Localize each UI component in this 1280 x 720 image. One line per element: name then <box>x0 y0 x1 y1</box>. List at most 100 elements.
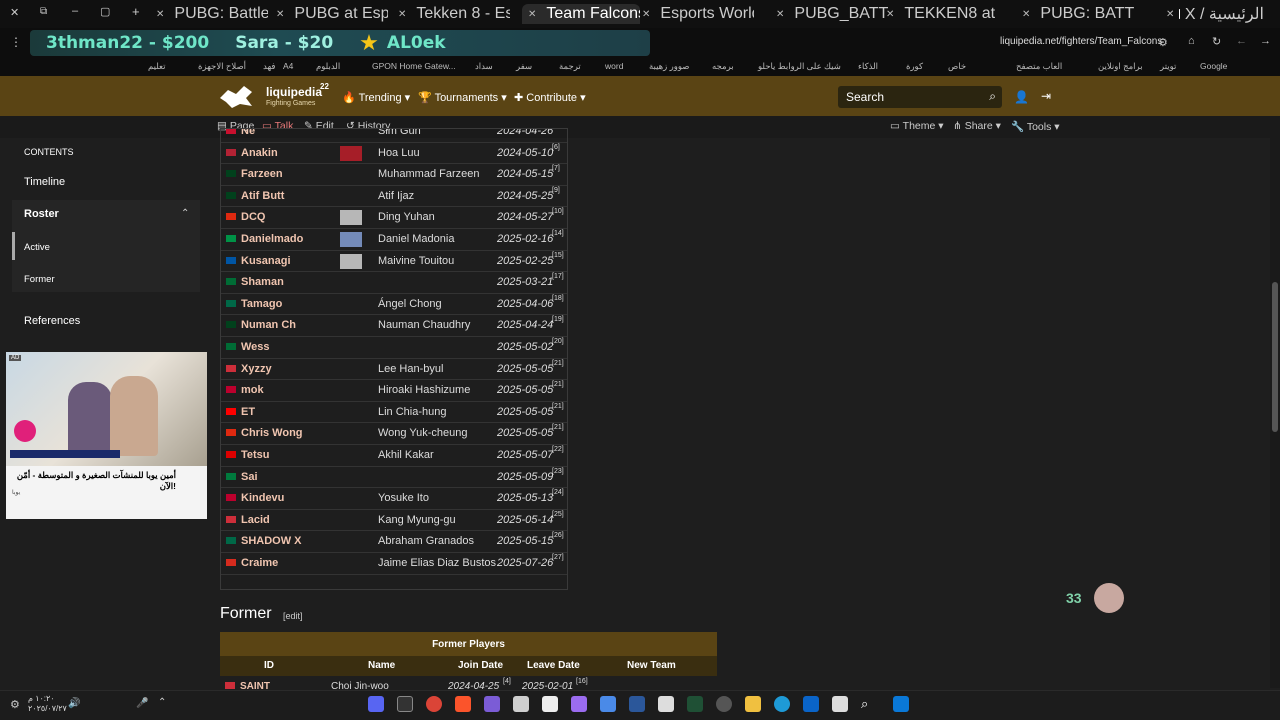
player-id[interactable]: Kusanagi <box>241 255 291 267</box>
browser-tab[interactable]: ✕ PUBG: BATTLEGROU <box>1016 4 1134 24</box>
close-window-icon[interactable]: ✕ <box>10 6 19 19</box>
app-icon[interactable] <box>513 696 529 712</box>
bookmark-item[interactable]: سفر <box>516 61 532 72</box>
windows-start-icon[interactable] <box>893 696 909 712</box>
column-header[interactable]: ID <box>264 660 274 671</box>
player-id[interactable]: Kindevu <box>241 492 284 504</box>
reference-link[interactable]: [4] <box>503 678 511 685</box>
close-tab-icon[interactable]: ✕ <box>642 9 650 20</box>
back-icon[interactable]: → <box>1260 35 1271 47</box>
browser-tab[interactable]: ✕ X / الرئيسية <box>1160 4 1270 24</box>
browser-tab[interactable]: ✕ Team Falcons - Liqui <box>522 4 640 24</box>
search-input[interactable]: Search ⌕ <box>838 86 1002 108</box>
close-tab-icon[interactable]: ✕ <box>1166 9 1174 20</box>
browser-tab[interactable]: ✕ Esports World Cup 20 <box>636 4 754 24</box>
add-user-icon[interactable]: 👤 <box>1014 90 1029 104</box>
bookmark-item[interactable]: تعليم <box>148 61 166 72</box>
reference-link[interactable]: [6] <box>552 144 560 151</box>
player-id[interactable]: SAINT <box>240 681 270 690</box>
microphone-icon[interactable]: 🎤 <box>136 698 148 709</box>
bookmark-item[interactable]: GPON Home Gatew... <box>372 61 456 71</box>
player-id[interactable]: mok <box>241 384 264 396</box>
bookmark-item[interactable]: صوور زهيبة <box>649 61 689 72</box>
file-explorer-icon[interactable] <box>745 696 761 712</box>
close-tab-icon[interactable]: ✕ <box>1022 9 1030 20</box>
login-icon[interactable]: ⇥ <box>1041 89 1051 103</box>
reference-link[interactable]: [7] <box>552 165 560 172</box>
player-id[interactable]: ET <box>241 406 255 418</box>
close-tab-icon[interactable]: ✕ <box>398 9 406 20</box>
app-icon[interactable] <box>716 696 732 712</box>
player-id[interactable]: Numan Ch <box>241 319 296 331</box>
close-tab-icon[interactable]: ✕ <box>276 9 284 20</box>
edge-icon[interactable] <box>774 696 790 712</box>
search-icon[interactable]: ⌕ <box>861 696 877 712</box>
app-icon[interactable] <box>484 696 500 712</box>
outlook-icon[interactable] <box>803 696 819 712</box>
toc-former[interactable]: Former <box>24 274 55 285</box>
toc-active[interactable]: Active <box>24 242 50 253</box>
column-header[interactable]: Name <box>368 660 395 671</box>
reference-link[interactable]: [16] <box>576 678 588 685</box>
bookmark-item[interactable]: word <box>605 61 623 71</box>
reference-link[interactable]: [24] <box>552 489 564 496</box>
reference-link[interactable]: [23] <box>552 468 564 475</box>
player-id[interactable]: Wess <box>241 341 270 353</box>
bookmark-item[interactable]: الدبلوم <box>316 61 340 72</box>
bookmark-item[interactable]: ترجمة <box>559 61 581 72</box>
word-icon[interactable] <box>629 696 645 712</box>
player-id[interactable]: Xyzzy <box>241 363 272 375</box>
bookmark-item[interactable]: العاب متصفح <box>1016 61 1062 72</box>
discord-icon[interactable] <box>368 696 384 712</box>
window-icon[interactable]: ⧉ <box>40 6 47 17</box>
column-header[interactable]: Leave Date <box>527 660 580 671</box>
reference-link[interactable]: [21] <box>552 381 564 388</box>
bookmark-item[interactable]: A4 <box>283 61 293 71</box>
advertisement[interactable]: AD أمين يوبا للمنشآت الصغيرة و المتوسطة … <box>6 352 207 519</box>
reference-link[interactable]: [22] <box>552 446 564 453</box>
task-view-icon[interactable] <box>832 696 848 712</box>
chevron-up-icon[interactable]: ⌃ <box>181 208 189 219</box>
nav-tournaments[interactable]: 🏆 Tournaments ▾ <box>418 91 507 104</box>
settings-icon[interactable]: ⚙ <box>10 698 20 711</box>
reference-link[interactable]: [27] <box>552 554 564 561</box>
scrollbar-thumb[interactable] <box>1272 282 1278 432</box>
toc-timeline[interactable]: Timeline <box>24 176 65 188</box>
theme-menu[interactable]: ▭ Theme ▾ <box>890 120 944 132</box>
nav-trending[interactable]: 🔥 Trending ▾ <box>342 91 410 104</box>
avatar[interactable] <box>1094 583 1124 613</box>
brave-icon[interactable] <box>455 696 471 712</box>
browser-tab[interactable]: ✕ PUBG: Battlegrounds <box>150 4 268 24</box>
player-id[interactable]: Ne <box>241 129 255 137</box>
reference-link[interactable]: [26] <box>552 532 564 539</box>
player-id[interactable]: DCQ <box>241 211 265 223</box>
app-icon[interactable] <box>571 696 587 712</box>
store-icon[interactable] <box>542 696 558 712</box>
home-icon[interactable]: ⌂ <box>1188 35 1195 47</box>
player-id[interactable]: Shaman <box>241 276 284 288</box>
player-id[interactable]: Craime <box>241 557 278 569</box>
column-header[interactable]: Join Date <box>458 660 503 671</box>
player-id[interactable]: Atif Butt <box>241 190 284 202</box>
bookmark-item[interactable]: الذكاء <box>858 61 878 72</box>
system-clock[interactable]: ١٠:٢٠ م ٢٠٢٥/٠٧/٢٧ <box>28 694 67 714</box>
bookmark-item[interactable]: سداد <box>475 61 493 72</box>
bookmark-item[interactable]: Google <box>1200 61 1227 71</box>
close-tab-icon[interactable]: ✕ <box>886 9 894 20</box>
reload-icon[interactable]: ↻ <box>1212 35 1221 48</box>
excel-icon[interactable] <box>687 696 703 712</box>
forward-icon[interactable]: ← <box>1236 35 1247 47</box>
reference-link[interactable]: [20] <box>552 338 564 345</box>
minimize-icon[interactable]: – <box>72 5 78 17</box>
new-tab-icon[interactable]: + <box>132 4 140 19</box>
calculator-icon[interactable] <box>658 696 674 712</box>
volume-icon[interactable]: 🔊 <box>68 698 80 709</box>
bookmark-item[interactable]: أصلاح الاجهزة <box>198 61 246 72</box>
reference-link[interactable]: [18] <box>552 295 564 302</box>
bookmark-item[interactable]: فهد <box>263 61 275 72</box>
nav-contribute[interactable]: ✚ Contribute ▾ <box>514 91 586 104</box>
reference-link[interactable]: [21] <box>552 424 564 431</box>
reference-link[interactable]: [14] <box>552 230 564 237</box>
liquipedia-logo-icon[interactable] <box>218 84 254 110</box>
toc-roster[interactable]: Roster <box>24 208 59 220</box>
